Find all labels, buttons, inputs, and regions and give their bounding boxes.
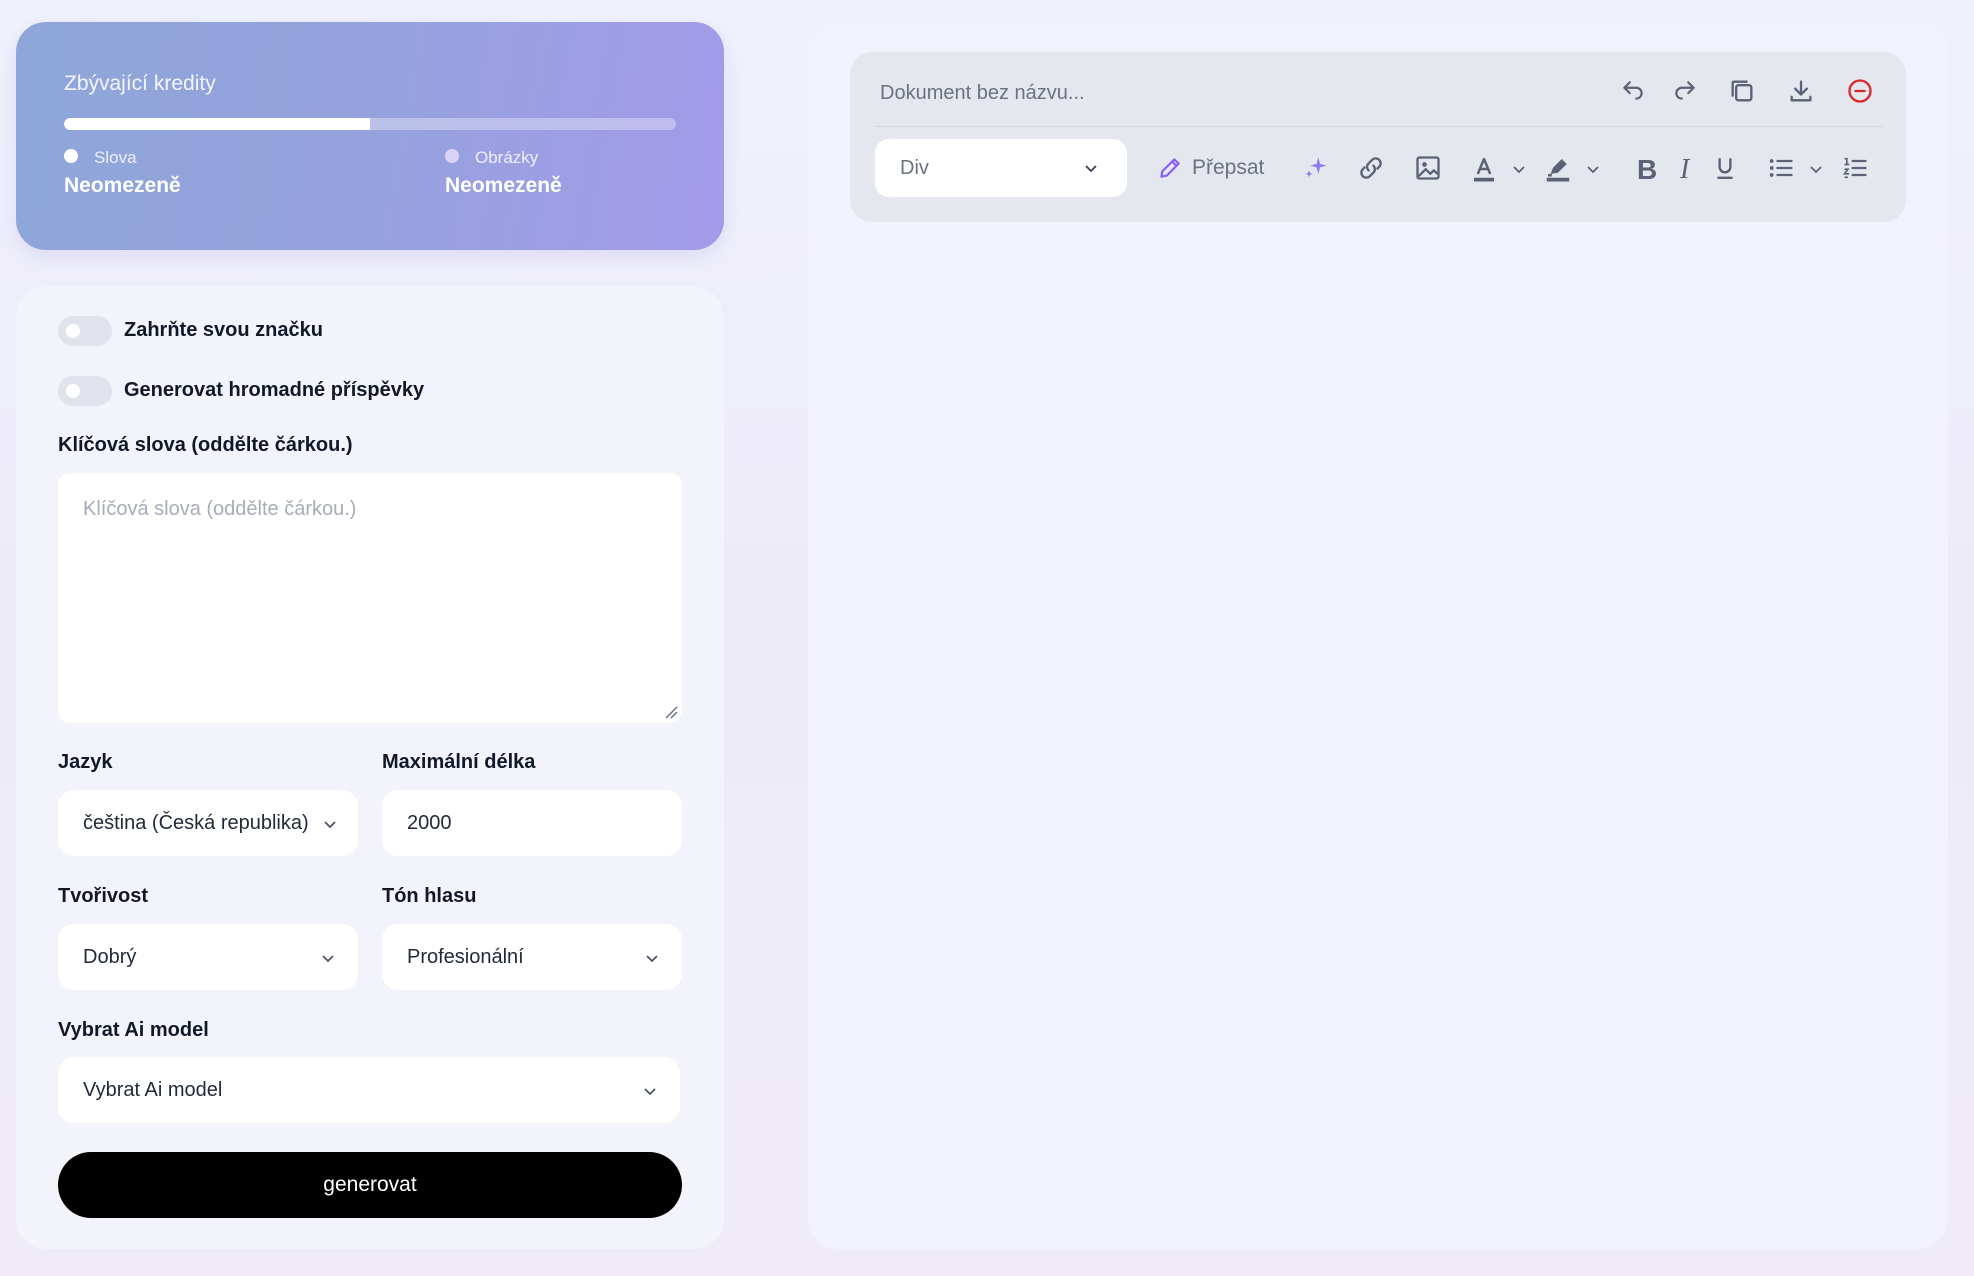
- language-label: Jazyk: [58, 751, 113, 773]
- maxlen-input[interactable]: 2000: [382, 790, 682, 856]
- undo-icon[interactable]: [1620, 78, 1646, 104]
- toolbar-divider: [875, 126, 1883, 127]
- pencil-icon[interactable]: [1157, 155, 1183, 181]
- document-title-input[interactable]: Dokument bez názvu...: [880, 82, 1085, 105]
- tone-value: Profesionální: [407, 945, 524, 968]
- rewrite-button[interactable]: Přepsat: [1192, 156, 1264, 180]
- generate-button[interactable]: generovat: [58, 1152, 682, 1218]
- brand-toggle-label: Zahrňte svou značku: [124, 319, 323, 341]
- sparkles-icon[interactable]: [1302, 154, 1330, 182]
- image-icon[interactable]: [1414, 154, 1442, 182]
- model-select[interactable]: Vybrat Ai model: [58, 1057, 680, 1123]
- credits-title: Zbývající kredity: [64, 72, 216, 95]
- text-color-icon[interactable]: [1469, 154, 1499, 184]
- remove-icon[interactable]: [1846, 77, 1874, 105]
- bullet-list-icon[interactable]: [1767, 154, 1795, 182]
- toggle-knob: [66, 384, 80, 398]
- words-value: Neomezeně: [64, 174, 181, 197]
- tone-select[interactable]: Profesionální: [382, 924, 682, 990]
- link-icon[interactable]: [1357, 154, 1385, 182]
- creativity-label: Tvořivost: [58, 885, 149, 907]
- images-dot-icon: [445, 149, 459, 163]
- chevron-down-icon: [322, 955, 334, 963]
- brand-toggle[interactable]: [58, 316, 112, 346]
- images-label: Obrázky: [475, 148, 539, 167]
- toggle-knob: [66, 324, 80, 338]
- copy-icon[interactable]: [1728, 77, 1756, 105]
- bulk-toggle[interactable]: [58, 376, 112, 406]
- keywords-placeholder: Klíčová slova (oddělte čárkou.): [83, 498, 357, 520]
- chevron-down-icon: [644, 1088, 656, 1096]
- bold-icon[interactable]: B: [1637, 154, 1657, 186]
- creativity-select[interactable]: Dobrý: [58, 924, 358, 990]
- chevron-down-icon[interactable]: [1808, 161, 1824, 177]
- credits-progress-bar: [64, 118, 676, 130]
- chevron-down-icon[interactable]: [1585, 161, 1601, 177]
- resize-handle-icon[interactable]: [664, 705, 678, 719]
- chevron-down-icon: [324, 821, 336, 829]
- block-type-value: Div: [900, 156, 929, 179]
- italic-icon[interactable]: I: [1680, 154, 1689, 186]
- language-value: čeština (Česká republika): [83, 811, 309, 834]
- words-label: Slova: [94, 148, 137, 167]
- chevron-down-icon[interactable]: [1511, 161, 1527, 177]
- images-value: Neomezeně: [445, 174, 562, 197]
- credits-progress-fill: [64, 118, 370, 130]
- model-label: Vybrat Ai model: [58, 1019, 209, 1041]
- chevron-down-icon: [646, 955, 658, 963]
- credits-card: Zbývající kredity Slova Neomezeně Obrázk…: [16, 22, 724, 250]
- download-icon[interactable]: [1787, 77, 1815, 105]
- redo-icon[interactable]: [1672, 78, 1698, 104]
- bulk-toggle-label: Generovat hromadné příspěvky: [124, 379, 425, 401]
- block-type-select[interactable]: Div: [875, 139, 1127, 197]
- language-select[interactable]: čeština (Česká republika): [58, 790, 358, 856]
- maxlen-label: Maximální délka: [382, 751, 536, 773]
- chevron-down-icon: [1085, 165, 1097, 173]
- words-dot-icon: [64, 149, 78, 163]
- keywords-textarea[interactable]: Klíčová slova (oddělte čárkou.): [58, 473, 682, 723]
- underline-icon[interactable]: [1712, 154, 1738, 182]
- creativity-value: Dobrý: [83, 945, 137, 968]
- model-value: Vybrat Ai model: [83, 1078, 223, 1101]
- keywords-label: Klíčová slova (oddělte čárkou.): [58, 434, 353, 456]
- numbered-list-icon[interactable]: [1841, 154, 1869, 182]
- highlight-icon[interactable]: [1543, 154, 1573, 184]
- tone-label: Tón hlasu: [382, 885, 477, 907]
- maxlen-value: 2000: [407, 811, 452, 834]
